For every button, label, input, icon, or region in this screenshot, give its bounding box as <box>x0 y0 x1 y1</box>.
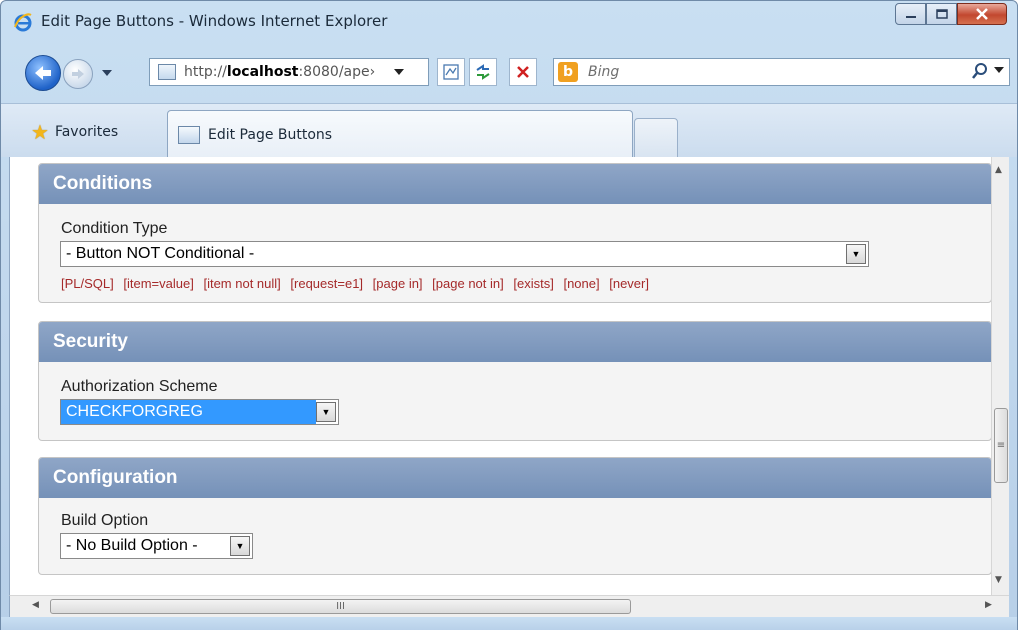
shortcut-request[interactable]: [request=e1] <box>290 276 363 291</box>
page-icon <box>178 125 200 144</box>
search-options-dropdown-icon[interactable] <box>993 65 1005 75</box>
configuration-region: Configuration Build Option - No Build Op… <box>38 457 992 575</box>
title-bar: Edit Page Buttons - Windows Internet Exp… <box>1 1 1017 41</box>
stop-button[interactable] <box>509 58 537 86</box>
authorization-scheme-value: CHECKFORGREG <box>61 400 316 424</box>
minimize-button[interactable] <box>895 3 926 25</box>
shortcut-never[interactable]: [never] <box>609 276 649 291</box>
new-tab-button[interactable] <box>634 118 678 158</box>
build-option-select[interactable]: - No Build Option - ▼ <box>60 533 253 559</box>
address-bar[interactable]: http://localhost:8080/ape› <box>149 58 429 86</box>
forward-button[interactable] <box>63 59 93 89</box>
compatibility-view-button[interactable] <box>437 58 465 86</box>
condition-type-label: Condition Type <box>61 220 168 237</box>
page-viewport: Conditions Condition Type - Button NOT C… <box>9 157 1009 595</box>
refresh-icon <box>476 64 490 80</box>
page-content: Conditions Condition Type - Button NOT C… <box>10 157 992 595</box>
chevron-down-icon[interactable]: ▼ <box>846 244 866 264</box>
shortcut-exists[interactable]: [exists] <box>513 276 553 291</box>
url-input[interactable]: http://localhost:8080/ape› <box>184 64 389 80</box>
search-bar[interactable]: b Bing <box>553 58 1010 86</box>
horizontal-scroll-thumb[interactable]: III <box>50 599 631 614</box>
browser-window: Edit Page Buttons - Windows Internet Exp… <box>0 0 1018 630</box>
favorites-button[interactable]: ★ Favorites <box>31 120 118 144</box>
configuration-header: Configuration <box>39 458 991 498</box>
close-button[interactable] <box>957 3 1007 25</box>
shortcut-item-not-null[interactable]: [item not null] <box>203 276 280 291</box>
back-button[interactable] <box>25 55 61 91</box>
internet-explorer-icon <box>14 13 32 32</box>
address-dropdown-icon[interactable] <box>393 67 405 77</box>
window-bottom-frame <box>1 617 1017 630</box>
authorization-scheme-select[interactable]: CHECKFORGREG ▼ <box>60 399 339 425</box>
scroll-left-icon[interactable]: ◀ <box>32 600 39 610</box>
window-title: Edit Page Buttons - Windows Internet Exp… <box>41 12 388 30</box>
tab-edit-page-buttons[interactable]: Edit Page Buttons <box>167 110 633 158</box>
scroll-right-icon[interactable]: ▶ <box>985 600 992 610</box>
scroll-down-icon[interactable]: ▼ <box>995 575 1002 585</box>
back-arrow-icon <box>35 66 51 80</box>
build-option-value: - No Build Option - <box>66 537 198 554</box>
favorites-bar: ★ Favorites Edit Page Buttons <box>1 103 1017 158</box>
shortcut-page-not-in[interactable]: [page not in] <box>432 276 504 291</box>
bing-icon: b <box>558 62 578 82</box>
vertical-scrollbar[interactable]: ▲ ≡ ▼ <box>991 157 1009 595</box>
forward-arrow-icon <box>72 69 84 79</box>
shortcut-item-value[interactable]: [item=value] <box>123 276 193 291</box>
recent-pages-dropdown-icon[interactable] <box>101 67 113 79</box>
vertical-scroll-thumb[interactable]: ≡ <box>994 408 1008 483</box>
minimize-icon <box>905 16 916 18</box>
close-icon <box>976 8 988 20</box>
window-controls <box>895 3 1007 25</box>
condition-shortcuts: [PL/SQL] [item=value] [item not null] [r… <box>61 276 655 291</box>
search-icon[interactable] <box>971 62 989 80</box>
security-region: Security Authorization Scheme CHECKFORGR… <box>38 321 992 441</box>
authorization-scheme-label: Authorization Scheme <box>61 378 218 395</box>
maximize-icon <box>935 9 948 19</box>
horizontal-scrollbar[interactable]: ◀ III ▶ <box>9 595 1009 617</box>
shortcut-page-in[interactable]: [page in] <box>373 276 423 291</box>
refresh-button[interactable] <box>469 58 497 86</box>
chevron-down-icon[interactable]: ▼ <box>316 402 336 422</box>
tab-label: Edit Page Buttons <box>208 126 333 143</box>
build-option-label: Build Option <box>61 512 149 529</box>
condition-type-value: - Button NOT Conditional - <box>66 245 255 262</box>
stop-icon <box>517 66 529 78</box>
page-icon <box>158 64 176 80</box>
conditions-header: Conditions <box>39 164 991 204</box>
favorites-label: Favorites <box>54 124 119 140</box>
scroll-up-icon[interactable]: ▲ <box>995 165 1002 175</box>
search-input[interactable]: Bing <box>588 64 619 80</box>
shortcut-none[interactable]: [none] <box>563 276 599 291</box>
security-header: Security <box>39 322 991 362</box>
condition-type-select[interactable]: - Button NOT Conditional - ▼ <box>60 241 869 267</box>
compatibility-view-icon <box>443 64 459 80</box>
maximize-button[interactable] <box>926 3 957 25</box>
chevron-down-icon[interactable]: ▼ <box>230 536 250 556</box>
shortcut-plsql[interactable]: [PL/SQL] <box>61 276 114 291</box>
conditions-region: Conditions Condition Type - Button NOT C… <box>38 163 992 303</box>
navigation-bar: http://localhost:8080/ape› b Bing <box>1 41 1017 103</box>
favorites-star-icon: ★ <box>31 120 49 144</box>
